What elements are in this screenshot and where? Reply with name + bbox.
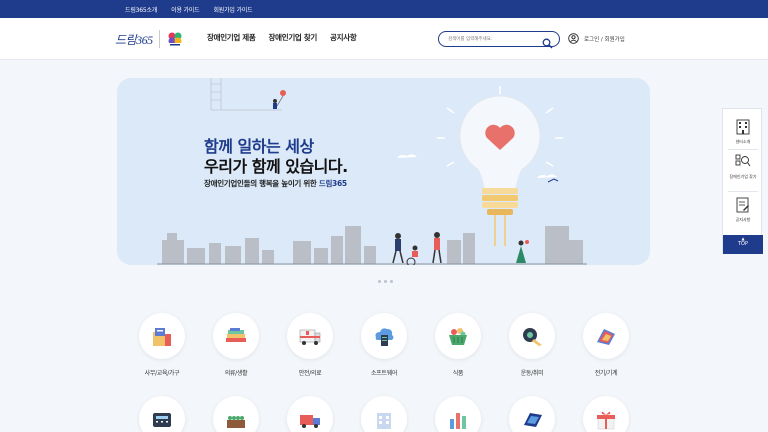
category-label: 소프트웨어 [370, 370, 398, 377]
sports-icon [509, 313, 555, 359]
login-area: 로그인 / 회원가입 [568, 33, 625, 44]
telephone-icon [139, 396, 185, 432]
clothing-icon [213, 313, 259, 359]
seedling-tray-icon [213, 396, 259, 432]
utility-links: 드림365소개 이용 가이드 회원가입 가이드 [125, 0, 253, 18]
hero-banner[interactable]: 함께 일하는 세상 우리가 함께 있습니다. 장애인기업인들의 행복을 높이기 … [117, 78, 650, 265]
main-nav: 장애인기업 제품 장애인기업 찾기 공지사항 [207, 32, 357, 43]
category-row2-2[interactable] [206, 396, 266, 432]
category-row2-6[interactable] [502, 396, 562, 432]
category-label: 의류/생활 [224, 370, 248, 377]
building-icon [361, 396, 407, 432]
quick-menu-find[interactable]: 장애인기업 찾기 [723, 154, 763, 179]
category-row2-1[interactable] [132, 396, 192, 432]
bar-chart-icon [435, 396, 481, 432]
category-clothing[interactable]: 의류/생활 [206, 313, 266, 377]
quick-menu-label: 공지사항 [735, 217, 751, 222]
category-row2-3[interactable] [280, 396, 340, 432]
logo-divider [158, 30, 160, 48]
solar-panel-icon [509, 396, 555, 432]
main-header: 드림365 장애인기업 제품 장애인기업 찾기 공지사항 [0, 18, 768, 60]
gift-box-icon [583, 396, 629, 432]
category-row2-5[interactable] [428, 396, 488, 432]
nav-notices[interactable]: 공지사항 [330, 32, 357, 43]
food-basket-icon [435, 313, 481, 359]
category-sports[interactable]: 운동/취미 [502, 313, 562, 377]
hero-subtitle: 장애인기업인들의 행복을 높이기 위한 드림365 [204, 178, 347, 189]
search-list-icon [735, 154, 751, 167]
user-icon[interactable] [568, 33, 579, 44]
category-software[interactable]: 소프트웨어 [354, 313, 414, 377]
category-electric[interactable]: 전기/기계 [576, 313, 636, 377]
hero-subtitle-text: 장애인기업인들의 행복을 높이기 위한 [204, 179, 319, 188]
category-label: 사무/교육/가구 [144, 370, 180, 377]
scroll-top-button[interactable]: ▲ TOP [723, 235, 763, 254]
nav-products[interactable]: 장애인기업 제품 [207, 32, 256, 43]
office-supplies-icon [139, 313, 185, 359]
carousel-dot[interactable] [390, 280, 393, 283]
category-safety[interactable]: 안전/의료 [280, 313, 340, 377]
carousel-dot[interactable] [384, 280, 387, 283]
hero-illustration [157, 78, 587, 265]
building-icon [736, 119, 750, 135]
nav-find-companies[interactable]: 장애인기업 찾기 [269, 32, 318, 43]
quick-menu-label: 센터소개 [735, 139, 751, 144]
logo-wordmark: 드림365 [115, 32, 153, 47]
search-box [438, 31, 560, 49]
category-label: 식품 [452, 370, 464, 377]
utility-link-signup-guide[interactable]: 회원가입 가이드 [213, 5, 252, 14]
utility-link-about[interactable]: 드림365소개 [125, 5, 157, 14]
category-label: 안전/의료 [298, 370, 322, 377]
delivery-truck-icon [287, 396, 333, 432]
category-label: 전기/기계 [594, 370, 618, 377]
top-utility-bar: 드림365소개 이용 가이드 회원가입 가이드 [0, 0, 768, 18]
notice-document-icon [736, 197, 749, 213]
carousel-dots [378, 280, 393, 283]
site-logo[interactable]: 드림365 [115, 28, 184, 50]
carousel-dot[interactable] [378, 280, 381, 283]
quick-menu-notice[interactable]: 공지사항 [723, 197, 763, 222]
category-label: 운동/취미 [520, 370, 544, 377]
category-office[interactable]: 사무/교육/가구 [132, 313, 192, 377]
quick-menu-label: 장애인기업 찾기 [729, 174, 757, 179]
category-row2-7[interactable] [576, 396, 636, 432]
search-icon[interactable] [542, 34, 553, 49]
category-food[interactable]: 식품 [428, 313, 488, 377]
utility-link-guide[interactable]: 이용 가이드 [171, 5, 200, 14]
search-input[interactable] [448, 34, 538, 44]
quick-menu: 센터소개 장애인기업 찾기 공지사항 ▲ TOP [722, 108, 763, 254]
hero-subtitle-brand: 드림365 [318, 179, 347, 188]
scroll-top-label: TOP [737, 241, 748, 247]
quick-menu-about[interactable]: 센터소개 [723, 119, 763, 144]
divider [728, 191, 758, 192]
category-row2-4[interactable] [354, 396, 414, 432]
cloud-server-icon [361, 313, 407, 359]
divider [728, 149, 758, 150]
login-signup-link[interactable]: 로그인 / 회원가입 [584, 35, 625, 43]
clover-emblem-icon [166, 30, 184, 48]
ambulance-icon [287, 313, 333, 359]
hero-headline-2: 우리가 함께 있습니다. [204, 157, 348, 176]
cable-reel-icon [583, 313, 629, 359]
